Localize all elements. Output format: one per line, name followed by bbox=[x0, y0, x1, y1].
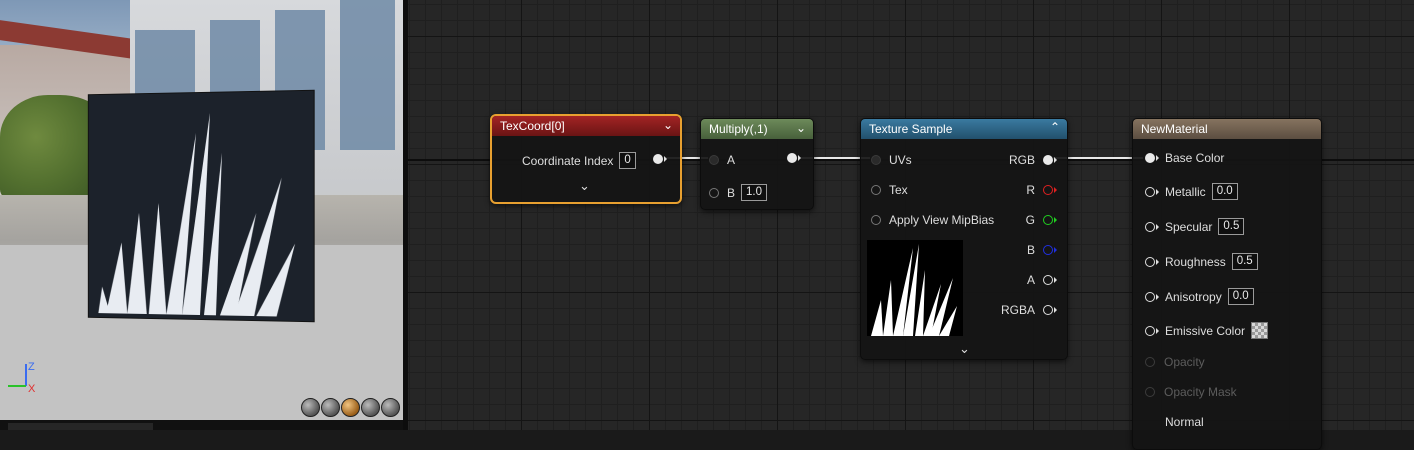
coordinate-index-field[interactable]: 0 bbox=[619, 152, 636, 169]
texture-thumbnail[interactable] bbox=[867, 240, 963, 336]
axis-z-label: Z bbox=[28, 361, 35, 373]
mipbias-input-pin[interactable] bbox=[871, 215, 881, 225]
a-label: A bbox=[1026, 273, 1035, 287]
material-preview-viewport[interactable]: Z X bbox=[0, 0, 403, 420]
emissive-color-label: Emissive Color bbox=[1165, 323, 1246, 338]
base-color-label: Base Color bbox=[1165, 151, 1225, 165]
node-title: Texture Sample bbox=[869, 122, 953, 136]
output-pin[interactable] bbox=[787, 153, 797, 163]
opacity-label: Opacity bbox=[1164, 355, 1205, 369]
emissive-color-pin[interactable] bbox=[1145, 325, 1155, 336]
r-label: R bbox=[1026, 183, 1035, 197]
anisotropy-pin[interactable] bbox=[1145, 291, 1155, 302]
anisotropy-label: Anisotropy bbox=[1165, 289, 1222, 304]
plane-preview-icon[interactable] bbox=[341, 398, 360, 417]
tex-input-pin[interactable] bbox=[871, 185, 881, 195]
cylinder-preview-icon[interactable] bbox=[301, 398, 320, 417]
rgb-label: RGB bbox=[1008, 153, 1035, 167]
roughness-label: Roughness bbox=[1165, 254, 1226, 269]
grass-texture-preview bbox=[98, 112, 296, 317]
specular-pin[interactable] bbox=[1145, 221, 1155, 232]
r-output-pin[interactable] bbox=[1043, 185, 1053, 195]
chevron-up-icon[interactable]: ⌃ bbox=[1050, 120, 1060, 134]
texcoord-node[interactable]: TexCoord[0] ⌄ Coordinate Index 0 ⌄ bbox=[490, 114, 682, 204]
tex-label: Tex bbox=[889, 183, 908, 197]
input-pin-a[interactable] bbox=[709, 155, 719, 165]
apply-view-mipbias-label: Apply View MipBias bbox=[889, 213, 995, 227]
opacity-pin bbox=[1145, 357, 1155, 367]
expand-chevron-icon[interactable]: ⌄ bbox=[579, 178, 590, 194]
chevron-down-icon[interactable]: ⌄ bbox=[796, 121, 806, 135]
b-output-pin[interactable] bbox=[1043, 245, 1053, 255]
b-value-field[interactable]: 1.0 bbox=[741, 184, 768, 201]
roughness-value-field[interactable]: 0.5 bbox=[1231, 253, 1258, 270]
roughness-pin[interactable] bbox=[1145, 256, 1155, 267]
metallic-pin[interactable] bbox=[1145, 186, 1155, 197]
texture-sample-node[interactable]: Texture Sample ⌃ UVs Tex Apply View MipB… bbox=[860, 118, 1068, 360]
expand-chevron-icon[interactable]: ⌄ bbox=[959, 341, 970, 357]
rgba-label: RGBA bbox=[1000, 303, 1035, 317]
opacity-mask-pin bbox=[1145, 387, 1155, 397]
material-result-node-header[interactable]: NewMaterial bbox=[1133, 119, 1321, 139]
uvs-input-pin[interactable] bbox=[871, 155, 881, 165]
uvs-label: UVs bbox=[889, 153, 912, 167]
coordinate-index-label: Coordinate Index bbox=[522, 153, 614, 168]
node-title: Multiply(,1) bbox=[709, 122, 768, 136]
output-pin[interactable] bbox=[653, 154, 663, 164]
texcoord-node-header[interactable]: TexCoord[0] ⌄ bbox=[492, 116, 680, 136]
a-output-pin[interactable] bbox=[1043, 275, 1053, 285]
metallic-label: Metallic bbox=[1165, 184, 1206, 199]
chevron-down-icon[interactable]: ⌄ bbox=[663, 118, 673, 132]
sphere-preview-icon[interactable] bbox=[321, 398, 340, 417]
rgba-output-pin[interactable] bbox=[1043, 305, 1053, 315]
axis-x-label: X bbox=[28, 383, 36, 395]
preview-mesh-plane bbox=[88, 90, 314, 322]
viewport-bottom-strip bbox=[0, 420, 403, 430]
material-result-node[interactable]: NewMaterial Base Color Metallic 0.0 Spec… bbox=[1132, 118, 1322, 450]
specular-label: Specular bbox=[1165, 219, 1213, 234]
b-label: B bbox=[1026, 243, 1035, 257]
node-title: NewMaterial bbox=[1141, 122, 1208, 136]
teapot-preview-icon[interactable] bbox=[381, 398, 400, 417]
material-graph-canvas[interactable]: TexCoord[0] ⌄ Coordinate Index 0 ⌄ Multi… bbox=[408, 0, 1414, 450]
emissive-color-swatch[interactable] bbox=[1251, 322, 1269, 339]
preview-mode-toolbar bbox=[301, 398, 400, 417]
rgb-output-pin[interactable] bbox=[1043, 155, 1053, 165]
input-a-label: A bbox=[727, 153, 736, 167]
metallic-value-field[interactable]: 0.0 bbox=[1211, 183, 1238, 200]
cube-preview-icon[interactable] bbox=[361, 398, 380, 417]
opacity-mask-label: Opacity Mask bbox=[1164, 385, 1237, 399]
g-label: G bbox=[1025, 213, 1035, 227]
base-color-pin[interactable] bbox=[1145, 153, 1155, 163]
anisotropy-value-field[interactable]: 0.0 bbox=[1227, 288, 1254, 305]
specular-value-field[interactable]: 0.5 bbox=[1218, 218, 1245, 235]
input-pin-b[interactable] bbox=[709, 187, 719, 198]
normal-label: Normal bbox=[1165, 415, 1204, 429]
multiply-node-header[interactable]: Multiply(,1) ⌄ bbox=[701, 119, 813, 139]
g-output-pin[interactable] bbox=[1043, 215, 1053, 225]
input-b-label: B bbox=[727, 185, 736, 200]
multiply-node[interactable]: Multiply(,1) ⌄ A B 1.0 bbox=[700, 118, 814, 210]
node-title: TexCoord[0] bbox=[500, 119, 565, 133]
grass-texture-thumbnail bbox=[871, 244, 957, 336]
axis-gizmo: Z X bbox=[8, 361, 36, 395]
texture-sample-node-header[interactable]: Texture Sample ⌃ bbox=[861, 119, 1067, 139]
